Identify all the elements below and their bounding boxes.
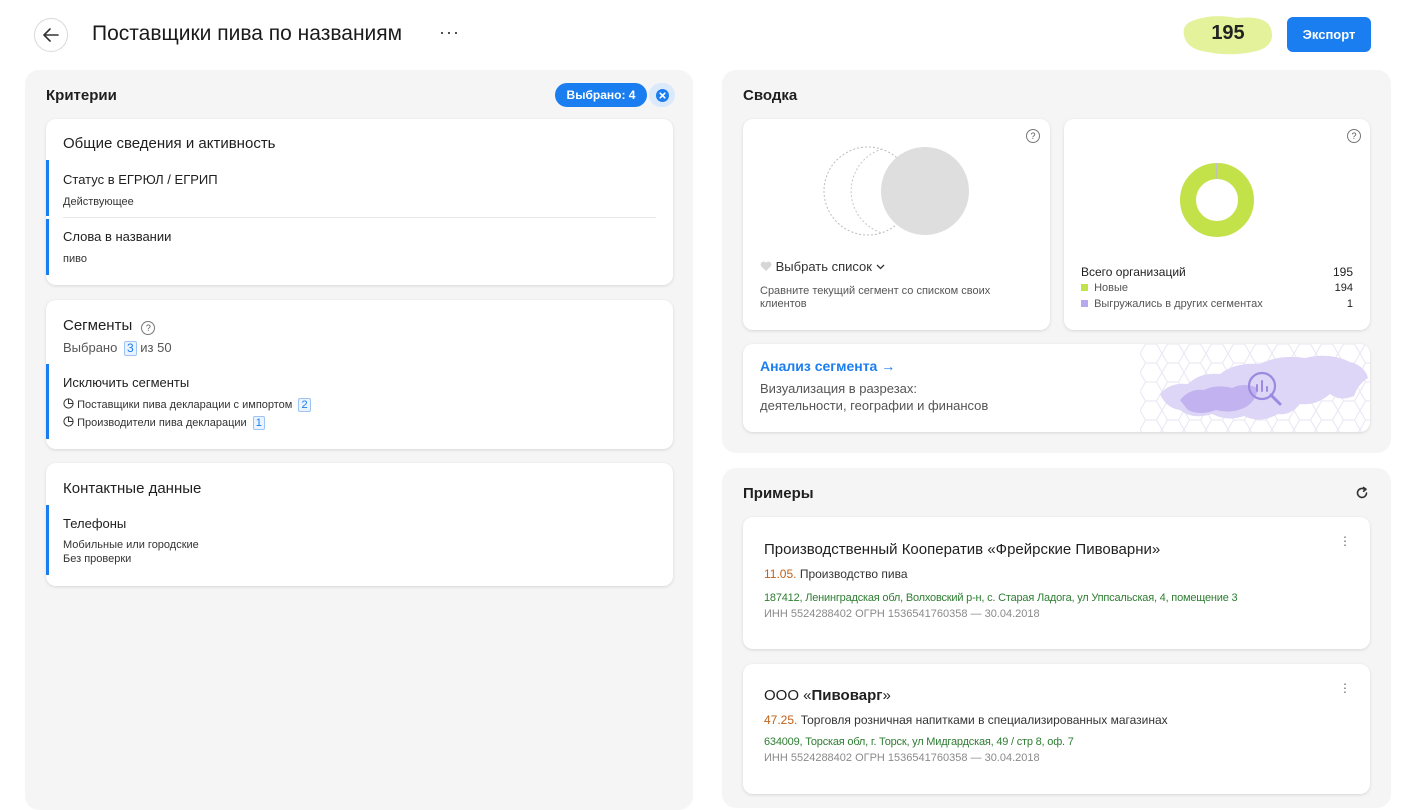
page-header: Поставщики пива по названиям ··· 195 Экс…	[0, 0, 1418, 70]
criterion-accent	[46, 160, 49, 216]
example-card[interactable]: ⋮ ООО «Пивоварг» 47.25. Торговля розничн…	[743, 664, 1370, 794]
criterion-accent	[46, 364, 49, 439]
more-options-button[interactable]: ···	[439, 22, 460, 43]
segment-analysis-card[interactable]: Анализ сегмента → Визуализация в разреза…	[743, 344, 1370, 432]
example-company-name[interactable]: Производственный Кооператив «Фрейрские П…	[764, 541, 1160, 558]
criteria-panel: Критерии Выбрано: 4 Общие сведения и акт…	[25, 70, 693, 810]
close-circle-icon	[655, 88, 669, 102]
criterion-name[interactable]: Статус в ЕГРЮЛ / ЕГРИП	[63, 172, 218, 187]
company-name-bold: Пивоварг	[811, 687, 883, 704]
pie-chart-icon	[63, 398, 74, 409]
criteria-title: Критерии	[46, 87, 117, 104]
segments-title: Сегменты ?	[63, 317, 156, 335]
help-icon[interactable]: ?	[141, 321, 156, 335]
select-list-label: Выбрать список	[775, 259, 872, 274]
example-menu-button[interactable]: ⋮	[1339, 535, 1351, 547]
segments-card[interactable]: Сегменты ? Выбрано 3 из 50 Исключить сег…	[46, 300, 673, 449]
segment-analysis-link[interactable]: Анализ сегмента →	[760, 358, 895, 374]
segment-item[interactable]: Производители пива декларации 1	[63, 416, 265, 430]
example-menu-button[interactable]: ⋮	[1339, 682, 1351, 694]
segment-item-name: Производители пива декларации	[77, 417, 247, 429]
segments-selected: Выбрано 3 из 50	[63, 340, 172, 356]
new-orgs-value: 194	[1334, 282, 1353, 294]
arrow-left-icon	[43, 28, 59, 42]
criterion-value: Без проверки	[63, 553, 132, 565]
segments-title-text: Сегменты	[63, 317, 133, 334]
contacts-card[interactable]: Контактные данные Телефоны Мобильные или…	[46, 463, 673, 586]
examples-panel: Примеры ⋮ Производственный Кооператив «Ф…	[722, 468, 1391, 808]
back-button[interactable]	[34, 18, 68, 52]
clear-selection-button[interactable]	[649, 83, 675, 107]
criterion-accent	[46, 505, 49, 575]
company-name-suffix: »	[882, 687, 891, 704]
general-info-card[interactable]: Общие сведения и активность Статус в ЕГР…	[46, 119, 673, 285]
segment-item-count: 2	[298, 398, 311, 412]
example-address: 634009, Торская обл, г. Торск, ул Мидгар…	[764, 736, 1074, 748]
example-activity: 11.05. Производство пива	[764, 567, 908, 581]
page-title: Поставщики пива по названиям	[92, 22, 403, 45]
total-orgs-value: 195	[1332, 265, 1353, 279]
new-orgs-row: Новые	[1081, 282, 1128, 294]
okved-code: 11.05.	[764, 567, 797, 581]
segments-selected-suffix: из 50	[140, 340, 172, 355]
legend-swatch-new	[1081, 284, 1088, 291]
chevron-down-icon	[876, 264, 885, 270]
criterion-value: пиво	[63, 253, 87, 265]
segments-selected-prefix: Выбрано	[63, 340, 118, 355]
criterion-name[interactable]: Телефоны	[63, 516, 126, 531]
donut-chart	[1180, 163, 1254, 237]
total-count: 195	[1211, 22, 1245, 44]
donut-slice-new	[1180, 163, 1254, 237]
criterion-value: Действующее	[63, 196, 134, 208]
segment-item-count: 1	[252, 416, 265, 430]
select-list-button[interactable]: Выбрать список	[760, 259, 885, 274]
exported-orgs-row: Выгружались в других сегментах	[1081, 298, 1263, 310]
examples-title: Примеры	[743, 485, 814, 502]
compare-card[interactable]: ? Выбрать список Сравните текущий сегмен…	[743, 119, 1050, 330]
refresh-icon[interactable]	[1355, 486, 1369, 500]
summary-panel: Сводка ? Выбрать список Сравните текущий…	[722, 70, 1391, 453]
export-button[interactable]: Экспорт	[1287, 17, 1371, 52]
criterion-name[interactable]: Слова в названии	[63, 229, 171, 244]
help-icon[interactable]: ?	[1347, 129, 1361, 143]
stats-card[interactable]: ? Всего организаций 195 Новые 194 Выгруж…	[1064, 119, 1370, 330]
contacts-title: Контактные данные	[63, 480, 202, 497]
okved-name: Производство пива	[799, 567, 908, 581]
help-icon[interactable]: ?	[1026, 129, 1040, 143]
exported-orgs-value: 1	[1346, 298, 1353, 310]
segment-analysis-line2: деятельности, географии и финансов	[760, 398, 989, 413]
heart-icon	[760, 261, 772, 271]
divider	[63, 217, 656, 218]
segments-selected-count: 3	[123, 341, 137, 356]
okved-name: Торговля розничная напитками в специализ…	[800, 713, 1168, 727]
general-info-title: Общие сведения и активность	[63, 135, 276, 152]
total-orgs-label: Всего организаций	[1081, 265, 1186, 279]
example-activity: 47.25. Торговля розничная напитками в сп…	[764, 713, 1168, 727]
criterion-value: Мобильные или городские	[63, 539, 199, 551]
summary-title: Сводка	[743, 87, 798, 104]
segment-item[interactable]: Поставщики пива декларации с импортом 2	[63, 398, 311, 412]
example-company-name[interactable]: ООО «Пивоварг»	[764, 687, 891, 704]
russia-map-illustration	[1140, 344, 1370, 432]
example-ids: ИНН 5524288402 ОГРН 1536541760358 — 30.0…	[764, 608, 1040, 620]
legend-swatch-exported	[1081, 300, 1088, 307]
segment-item-name: Поставщики пива декларации с импортом	[77, 399, 293, 411]
total-count-badge: 195	[1182, 15, 1274, 55]
example-ids: ИНН 5524288402 ОГРН 1536541760358 — 30.0…	[764, 752, 1040, 764]
venn-diagram	[823, 146, 969, 236]
criterion-accent	[46, 219, 49, 275]
exclude-segments-title[interactable]: Исключить сегменты	[63, 375, 189, 390]
segment-analysis-line1: Визуализация в разрезах:	[760, 381, 917, 396]
example-address: 187412, Ленинградская обл, Волховский р-…	[764, 592, 1238, 604]
selected-count-chip[interactable]: Выбрано: 4	[555, 83, 647, 107]
okved-code: 47.25.	[764, 713, 798, 727]
example-card[interactable]: ⋮ Производственный Кооператив «Фрейрские…	[743, 517, 1370, 649]
compare-description: Сравните текущий сегмент со списком свои…	[760, 285, 991, 310]
pie-chart-icon	[63, 416, 74, 427]
company-name-prefix: ООО «	[764, 687, 812, 704]
exported-orgs-label: Выгружались в других сегментах	[1094, 298, 1263, 310]
new-orgs-label: Новые	[1094, 282, 1128, 294]
